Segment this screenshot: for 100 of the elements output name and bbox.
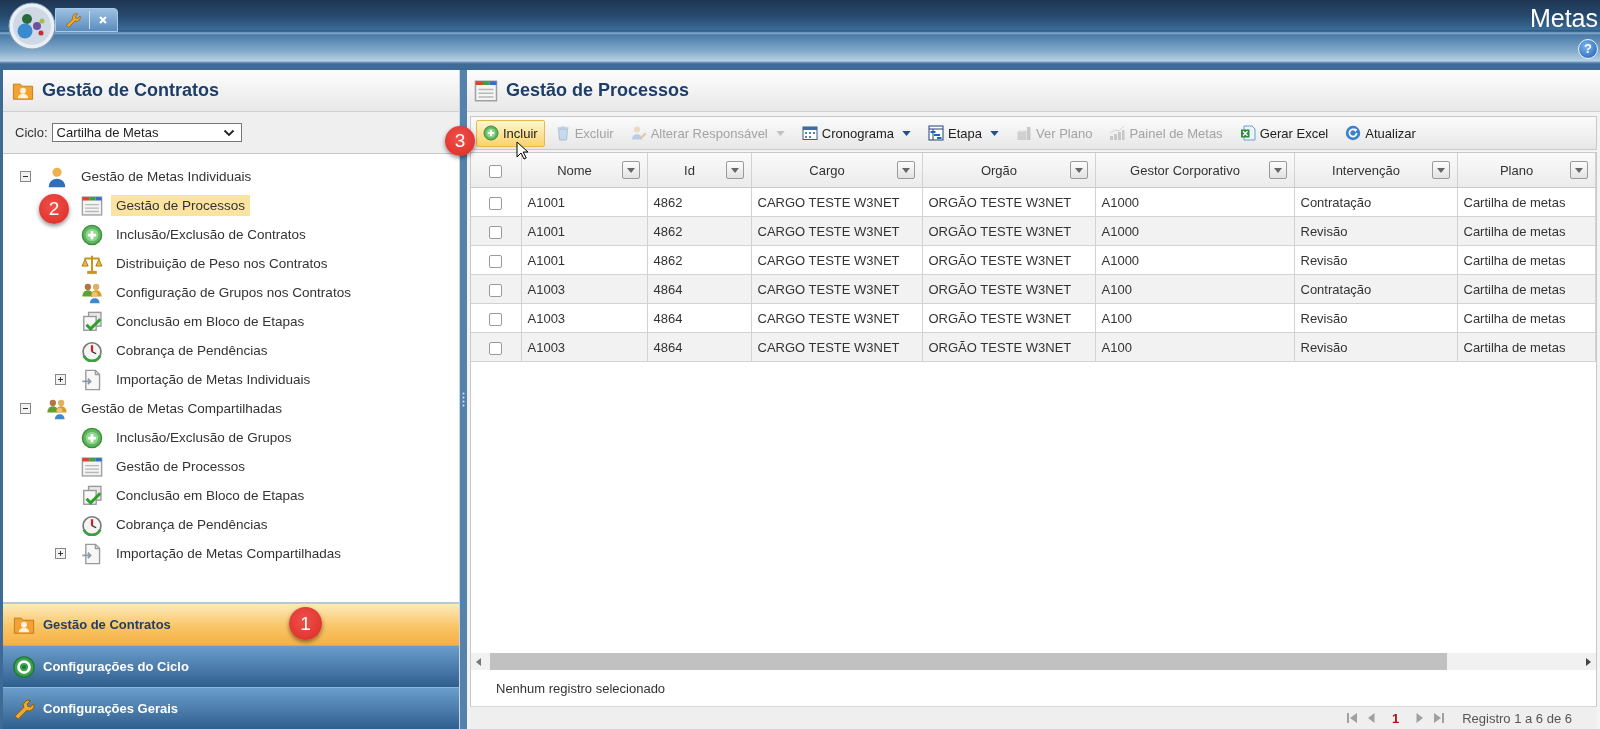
toolbar-button[interactable]: Incluir [476,119,545,147]
scroll-left-icon[interactable] [476,657,482,666]
app-title: Metas [1529,3,1598,33]
table-cell: Cartilha de metas [1457,245,1595,275]
table-row[interactable]: A1001 4862 CARGO TESTE W3NET ORGÃO TESTE W3NET A1000 Revisão Cartilha de metas [471,216,1595,246]
table-row[interactable]: A1003 4864 CARGO TESTE W3NET ORGÃO TESTE W3NET A100 Revisão Cartilha de metas [471,332,1595,362]
column-header[interactable]: Gestor Corporativo [1101,162,1269,178]
building-icon [1016,125,1032,141]
table-cell: Cartilha de metas [1457,303,1595,333]
column-menu-button[interactable] [896,161,915,179]
column-header[interactable]: Id [653,162,726,178]
tree-item[interactable]: Importação de Metas Individuais [111,369,316,390]
next-icon[interactable] [1416,712,1425,724]
table-cell: CARGO TESTE W3NET [751,274,922,304]
row-checkbox[interactable] [489,312,503,326]
tree-item[interactable]: Inclusão/Exclusão de Grupos [111,427,297,448]
last-page-icon[interactable] [1433,712,1446,724]
table-cell: 4864 [647,303,751,333]
toolbar-button[interactable]: Gerar Excel [1232,119,1336,147]
tree-item[interactable]: Gestão de Metas Compartilhadas [76,398,288,419]
record-count: Registro 1 a 6 de 6 [1462,710,1572,726]
table-cell: Contratação [1294,274,1457,304]
tree-item[interactable]: Inclusão/Exclusão de Contratos [111,224,311,245]
plus-box-icon[interactable] [55,548,66,559]
window-list-icon [81,455,103,478]
table-row[interactable]: A1001 4862 CARGO TESTE W3NET ORGÃO TESTE W3NET A1000 Contratação Cartilha de metas [471,187,1595,217]
refresh-icon [1345,125,1362,141]
wrench-icon [13,697,35,720]
column-header[interactable]: Orgão [928,162,1070,178]
pages-check-icon [81,310,103,333]
cycle-dropdown[interactable]: Cartilha de Metas [51,123,242,142]
column-menu-button[interactable] [1569,161,1588,179]
row-checkbox[interactable] [489,283,503,297]
bar-chart-icon [1109,125,1126,141]
minus-box-icon[interactable] [20,403,31,414]
scroll-right-icon[interactable] [1585,657,1591,666]
accordion-header[interactable]: Configurações Gerais [3,687,459,729]
grip-icon [462,392,465,407]
table-cell: ORGÃO TESTE W3NET [922,187,1095,217]
tree-item[interactable]: Gestão de Metas Individuais [76,166,257,187]
cycle-label: Ciclo: [15,125,48,140]
tree-item[interactable]: Importação de Metas Compartilhadas [111,543,347,564]
window-list-icon [474,78,498,103]
table-cell: A1000 [1095,216,1294,246]
panel-title: Gestão de Contratos [42,80,220,101]
table-cell: ORGÃO TESTE W3NET [922,332,1095,362]
caret-icon [626,167,635,173]
toolbar-button[interactable]: Cronograma [794,119,919,147]
app-logo-icon[interactable] [8,2,56,50]
select-all-checkbox[interactable] [489,164,503,178]
toolbar-button[interactable]: Etapa [921,119,1006,147]
table-cell: 4864 [647,332,751,362]
table-cell: ORGÃO TESTE W3NET [922,245,1095,275]
previous-icon[interactable] [1366,712,1375,724]
current-page[interactable]: 1 [1383,710,1408,726]
tree-item[interactable]: Gestão de Processos [111,456,251,477]
tree-item[interactable]: Conclusão em Bloco de Etapas [111,311,310,332]
plus-box-icon[interactable] [55,374,66,385]
close-icon[interactable] [98,15,108,25]
tree-item[interactable]: Gestão de Processos [111,195,251,216]
column-menu-button[interactable] [1268,161,1287,179]
caret-icon [1436,167,1445,173]
accordion-header[interactable]: Configurações do Ciclo [3,645,459,687]
caret-icon [901,167,910,173]
table-row[interactable]: A1003 4864 CARGO TESTE W3NET ORGÃO TESTE W3NET A100 Contratação Cartilha de metas [471,274,1595,304]
table-row[interactable]: A1003 4864 CARGO TESTE W3NET ORGÃO TESTE W3NET A100 Revisão Cartilha de metas [471,303,1595,333]
row-checkbox[interactable] [489,254,503,268]
column-menu-button[interactable] [1069,161,1088,179]
person-pencil-icon [630,125,647,141]
toolbar-button[interactable]: Atualizar [1338,119,1423,147]
caret-icon [1574,167,1583,173]
pages-check-icon [81,484,103,507]
column-menu-button[interactable] [621,161,640,179]
table-cell: A1000 [1095,187,1294,217]
tree-item[interactable]: Conclusão em Bloco de Etapas [111,485,310,506]
column-header[interactable]: Cargo [757,162,897,178]
tree-item[interactable]: Configuração de Grupos nos Contratos [111,282,356,303]
first-page-icon[interactable] [1345,712,1358,724]
caret-icon [730,167,739,173]
spreadsheet-icon [1239,125,1256,141]
document-arrow-icon [81,542,103,565]
chevron-down-icon [222,128,235,137]
wrench-icon[interactable] [65,12,81,28]
table-cell: A1003 [521,274,647,304]
column-header[interactable]: Plano [1463,162,1570,178]
column-header[interactable]: Intervenção [1300,162,1432,178]
row-checkbox[interactable] [489,196,503,210]
table-cell: ORGÃO TESTE W3NET [922,303,1095,333]
row-checkbox[interactable] [489,341,503,355]
row-checkbox[interactable] [489,225,503,239]
minus-box-icon[interactable] [20,171,31,182]
table-cell: Contratação [1294,187,1457,217]
table-cell: A100 [1095,274,1294,304]
tree-item[interactable]: Distribuição de Peso nos Contratos [111,253,333,274]
column-menu-button[interactable] [725,161,744,179]
tree-item[interactable]: Cobrança de Pendências [111,514,273,535]
table-row[interactable]: A1001 4862 CARGO TESTE W3NET ORGÃO TESTE W3NET A1000 Revisão Cartilha de metas [471,245,1595,275]
tree-item[interactable]: Cobrança de Pendências [111,340,273,361]
column-menu-button[interactable] [1431,161,1450,179]
column-header[interactable]: Nome [527,162,622,178]
